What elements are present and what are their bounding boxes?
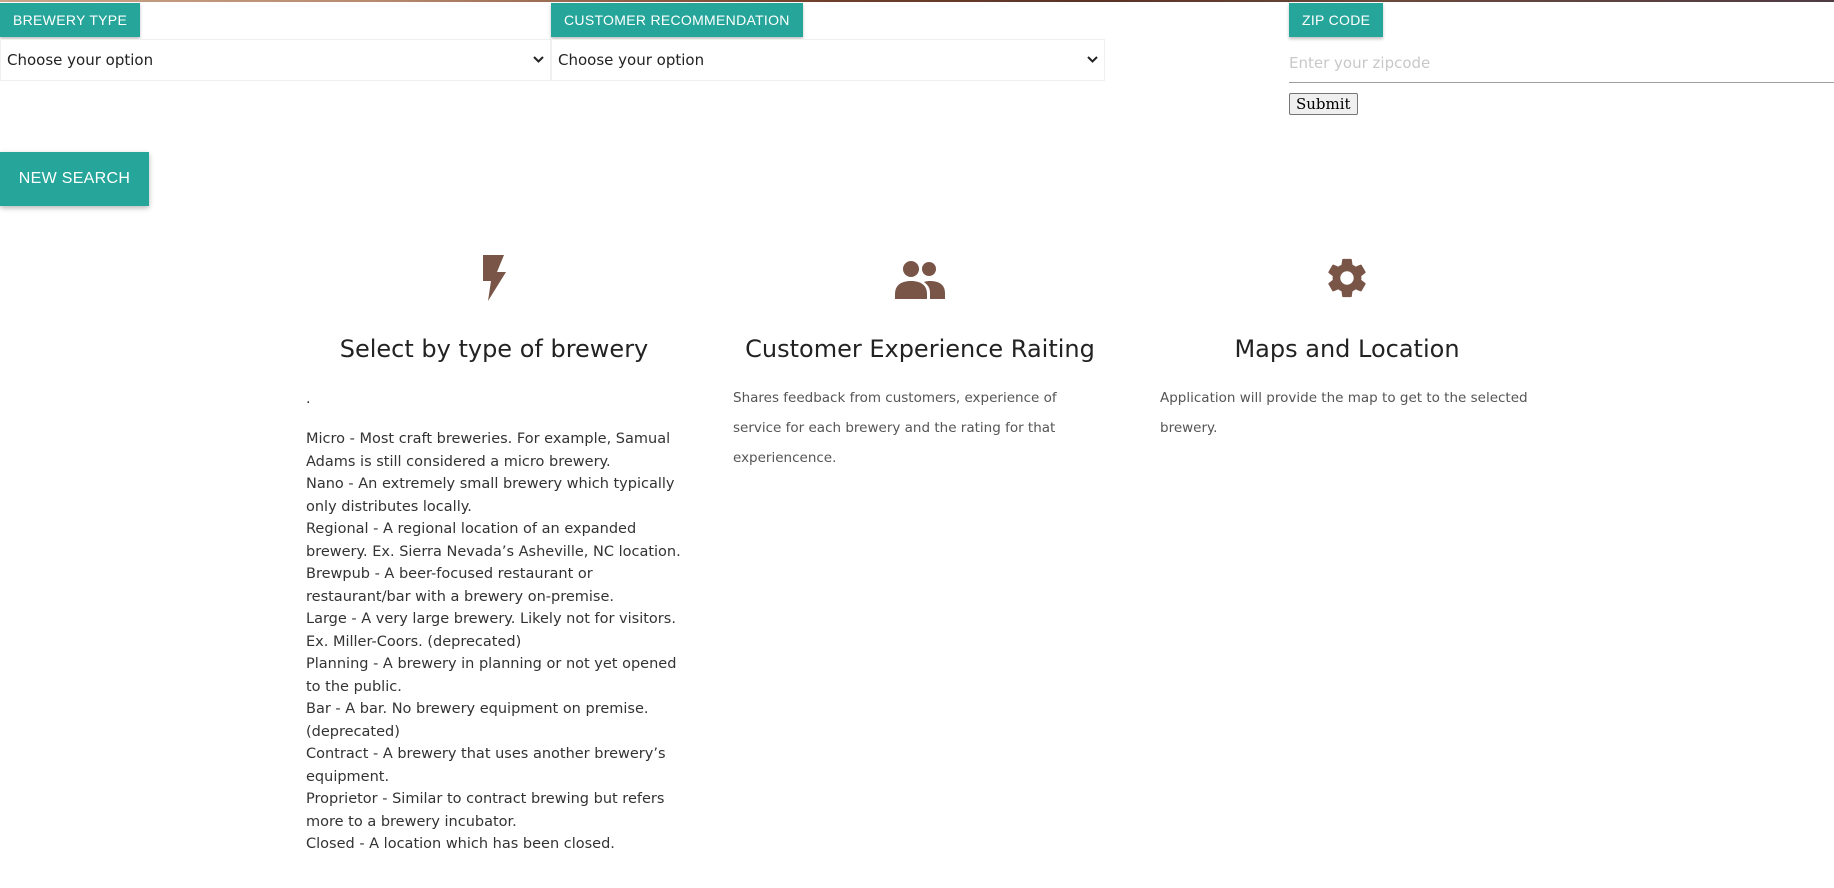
feature-title: Customer Experience Raiting	[745, 335, 1095, 363]
top-accent-line	[0, 0, 1834, 2]
flash-icon	[482, 255, 506, 305]
customer-recommendation-select[interactable]: Choose your option	[551, 39, 1105, 81]
customer-recommendation-selected-value: Choose your option	[558, 51, 705, 69]
list-item: Nano - An extremely small brewery which …	[306, 476, 675, 515]
brewery-types-list: . Micro - Most craft breweries. For exam…	[306, 388, 682, 856]
list-item: Brewpub - A beer-focused restaurant or r…	[306, 566, 615, 605]
list-item: Planning - A brewery in planning or not …	[306, 656, 677, 695]
chevron-down-icon	[1087, 54, 1098, 67]
list-item: Regional - A regional location of an exp…	[306, 521, 681, 560]
zip-code-label: ZIP CODE	[1289, 3, 1384, 37]
feature-description: Application will provide the map to get …	[1160, 390, 1528, 436]
list-item: Proprietor - Similar to contract brewing…	[306, 791, 665, 830]
list-item: Contract - A brewery that uses another b…	[306, 746, 666, 785]
list-item: Bar - A bar. No brewery equipment on pre…	[306, 701, 649, 740]
gear-icon	[1324, 255, 1370, 305]
group-icon	[895, 255, 945, 305]
feature-title: Select by type of brewery	[339, 335, 649, 363]
zip-code-input[interactable]	[1289, 44, 1834, 83]
list-item: Large - A very large brewery. Likely not…	[306, 611, 676, 650]
intro-text: .	[306, 391, 311, 407]
list-item: Micro - Most craft breweries. For exampl…	[306, 431, 671, 470]
list-item: Closed - A location which has been close…	[306, 836, 615, 852]
brewery-type-select[interactable]: Choose your option	[0, 39, 551, 81]
customer-recommendation-label: CUSTOMER RECOMMENDATION	[551, 3, 803, 37]
chevron-down-icon	[533, 54, 544, 67]
submit-button[interactable]: Submit	[1289, 93, 1358, 115]
new-search-button[interactable]: NEW SEARCH	[0, 152, 149, 206]
feature-title: Maps and Location	[1234, 335, 1460, 363]
brewery-type-label: BREWERY TYPE	[0, 3, 141, 37]
brewery-type-selected-value: Choose your option	[7, 51, 154, 69]
feature-description: Shares feedback from customers, experien…	[733, 390, 1057, 466]
